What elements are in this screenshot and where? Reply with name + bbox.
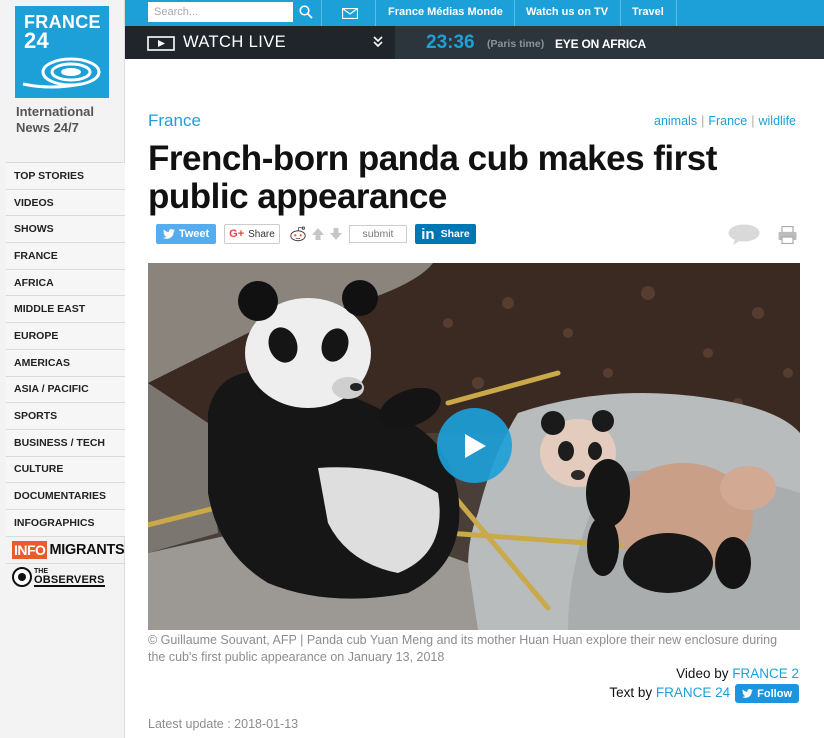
video-by-source[interactable]: FRANCE 2 xyxy=(732,666,799,681)
divider xyxy=(321,0,322,26)
latest-update: Latest update : 2018-01-13 xyxy=(148,717,299,731)
logo-line2: 24 xyxy=(24,28,50,53)
sidebar-item-europe[interactable]: EUROPE xyxy=(6,322,125,349)
play-icon xyxy=(464,433,486,458)
reddit-widget: submit xyxy=(289,224,409,244)
mail-icon xyxy=(342,7,358,19)
sidebar-nav: TOP STORIES VIDEOS SHOWS FRANCE AFRICA M… xyxy=(6,162,125,590)
divider xyxy=(676,0,677,26)
infomigrants-link[interactable]: INFO MIGRANTS xyxy=(6,535,125,563)
sidebar-item-infographics[interactable]: INFOGRAPHICS xyxy=(6,508,125,536)
search-icon xyxy=(299,5,313,19)
reddit-icon[interactable] xyxy=(289,225,307,243)
gplus-icon: G+ xyxy=(229,228,245,240)
gplus-label: Share xyxy=(248,228,275,240)
section-link[interactable]: France xyxy=(148,111,201,131)
sidebar-item-sports[interactable]: SPORTS xyxy=(6,402,125,429)
logo-waves-icon xyxy=(22,57,101,89)
print-icon[interactable] xyxy=(778,226,797,244)
divider xyxy=(514,0,515,26)
sidebar-item-asia-pacific[interactable]: ASIA / PACIFIC xyxy=(6,375,125,403)
observers-wordmark: THE OBSERVERS xyxy=(34,567,105,587)
video-player[interactable] xyxy=(148,263,800,630)
sidebar-item-top-stories[interactable]: TOP STORIES xyxy=(6,162,125,189)
tagline: International News 24/7 xyxy=(16,104,95,135)
watch-live-button[interactable]: WATCH LIVE xyxy=(125,26,395,59)
sidebar-item-middle-east[interactable]: MIDDLE EAST xyxy=(6,295,125,323)
observers-eye-icon xyxy=(12,566,32,587)
newsletter-button[interactable] xyxy=(337,3,363,23)
play-button[interactable] xyxy=(437,408,512,483)
tweet-label: Tweet xyxy=(178,228,210,240)
observers-logo: THE OBSERVERS xyxy=(12,566,105,587)
watch-us-on-tv-link[interactable]: Watch us on TV xyxy=(526,0,608,26)
sidebar-item-americas[interactable]: AMERICAS xyxy=(6,348,125,376)
article-headline: French-born panda cub makes first public… xyxy=(148,139,717,216)
top-bar: France Médias Monde Watch us on TV Trave… xyxy=(125,0,824,26)
gplus-share-button[interactable]: G+ Share xyxy=(224,224,280,244)
infomigrants-migrants: MIGRANTS xyxy=(49,541,125,558)
twitter-follow-button[interactable]: Follow xyxy=(735,684,799,703)
divider xyxy=(620,0,621,26)
chevron-down-icon xyxy=(373,36,383,48)
reddit-submit-button[interactable]: submit xyxy=(349,225,407,243)
live-clock: 23:36 xyxy=(426,32,475,53)
timezone-label: (Paris time) xyxy=(487,38,545,50)
article-tags: animals | France | wildlife xyxy=(654,114,796,128)
infomigrants-info: INFO xyxy=(12,540,48,559)
text-credit: Text by FRANCE 24 Follow xyxy=(609,684,799,703)
sidebar-item-documentaries[interactable]: DOCUMENTARIES xyxy=(6,482,125,509)
sidebar-item-culture[interactable]: CULTURE xyxy=(6,455,125,483)
sidebar-item-shows[interactable]: SHOWS xyxy=(6,215,125,243)
sidebar-item-france[interactable]: FRANCE xyxy=(6,242,125,269)
observers-link[interactable]: THE OBSERVERS xyxy=(6,562,125,590)
logo-wordmark: FRANCE 24 xyxy=(24,13,101,53)
sidebar-item-business-tech[interactable]: BUSINESS / TECH xyxy=(6,428,125,456)
france24-logo[interactable]: FRANCE 24 xyxy=(15,6,109,98)
linkedin-icon: in xyxy=(421,225,435,243)
live-bar: WATCH LIVE 23:36 (Paris time) EYE ON AFR… xyxy=(125,26,824,59)
france-medias-monde-link[interactable]: France Médias Monde xyxy=(388,0,503,26)
tag-animals[interactable]: animals xyxy=(654,114,697,128)
watch-live-label: WATCH LIVE xyxy=(183,33,287,51)
search-input[interactable] xyxy=(148,2,293,22)
tweet-button[interactable]: Tweet xyxy=(156,224,216,244)
sidebar-item-africa[interactable]: AFRICA xyxy=(6,268,125,296)
tag-separator: | xyxy=(701,114,705,128)
video-credit: Video by FRANCE 2 xyxy=(676,666,799,681)
text-by-source[interactable]: FRANCE 24 xyxy=(656,685,730,700)
tag-france[interactable]: France xyxy=(708,114,747,128)
search-button[interactable] xyxy=(295,2,317,22)
video-by-label: Video by xyxy=(676,666,729,681)
tag-separator: | xyxy=(751,114,755,128)
tv-icon xyxy=(147,36,175,51)
follow-label: Follow xyxy=(757,687,792,700)
photo-caption: © Guillaume Souvant, AFP | Panda cub Yua… xyxy=(148,633,778,664)
observers-name: OBSERVERS xyxy=(34,573,105,587)
now-playing[interactable]: 23:36 (Paris time) EYE ON AFRICA xyxy=(395,26,824,59)
sidebar-item-videos[interactable]: VIDEOS xyxy=(6,188,125,216)
comments-icon[interactable] xyxy=(728,224,761,246)
current-program: EYE ON AFRICA xyxy=(555,37,646,51)
text-by-label: Text by xyxy=(609,685,653,701)
upvote-arrow-icon[interactable] xyxy=(311,227,325,241)
linkedin-share-button[interactable]: in Share xyxy=(415,224,476,244)
travel-link[interactable]: Travel xyxy=(632,0,664,26)
linkedin-label: Share xyxy=(440,228,470,240)
tag-wildlife[interactable]: wildlife xyxy=(758,114,796,128)
downvote-arrow-icon[interactable] xyxy=(329,227,343,241)
twitter-bird-icon xyxy=(742,689,754,698)
twitter-bird-icon xyxy=(162,229,175,239)
divider xyxy=(375,0,376,26)
sidebar: FRANCE 24 International News 24/7 TOP ST… xyxy=(0,0,125,738)
